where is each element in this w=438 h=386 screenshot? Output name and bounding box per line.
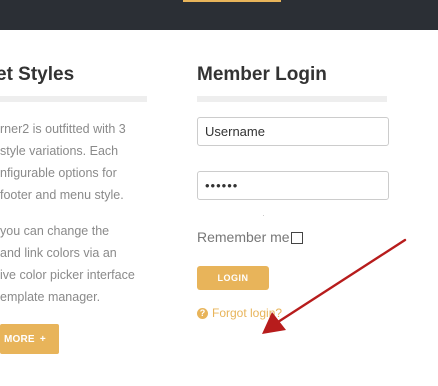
red-annotation-arrow — [262, 238, 407, 334]
